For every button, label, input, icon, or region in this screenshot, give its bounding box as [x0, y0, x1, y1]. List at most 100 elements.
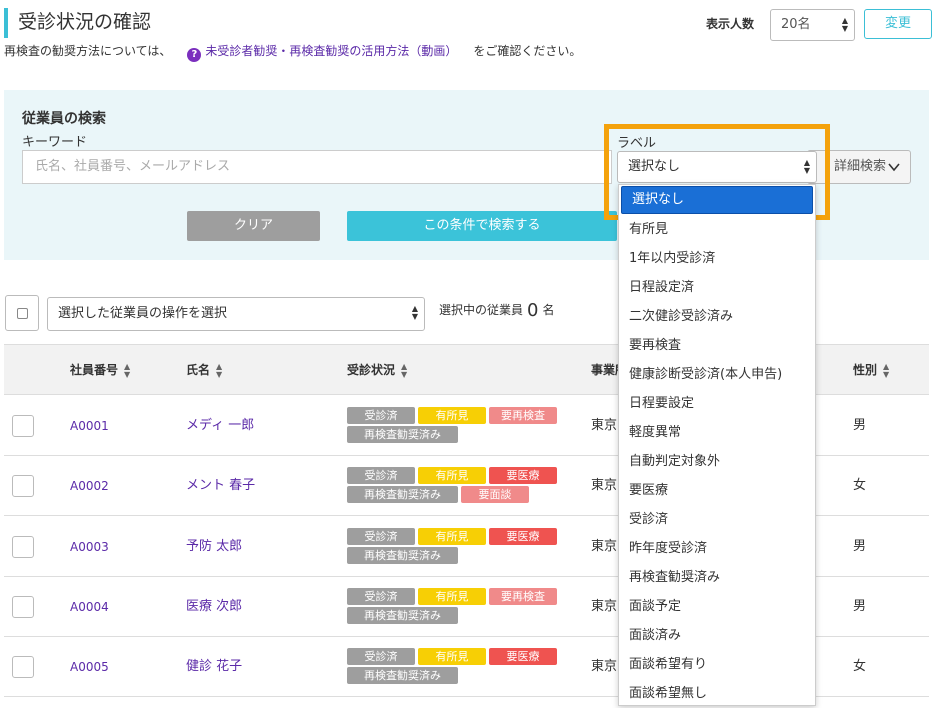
select-all-checkbox[interactable]	[5, 295, 39, 331]
label-option[interactable]: 軽度異常	[619, 418, 815, 447]
employee-code-link[interactable]: A0001	[70, 396, 109, 456]
row-checkbox[interactable]	[12, 535, 34, 558]
label-select[interactable]: 選択なし ▲ ▼	[617, 151, 817, 183]
header-code[interactable]: 社員番号 ▲ ▼	[70, 345, 130, 396]
sort-icon[interactable]: ▲ ▼	[216, 362, 222, 379]
employee-code-link[interactable]: A0003	[70, 517, 109, 577]
label-option[interactable]: 面談希望無し	[619, 679, 815, 708]
label-option[interactable]: 自動判定対象外	[619, 447, 815, 476]
status-badge: 有所見	[418, 587, 486, 605]
header-status-label: 受診状況	[347, 363, 396, 377]
change-button[interactable]: 変更	[864, 9, 932, 39]
row-checkbox[interactable]	[12, 595, 34, 618]
sort-icon[interactable]: ▲ ▼	[124, 362, 130, 379]
label-option[interactable]: 1年以内受診済	[619, 244, 815, 273]
office-cell: 東京	[591, 659, 618, 675]
header-name-label: 氏名	[186, 363, 211, 377]
keyword-label: キーワード	[22, 135, 88, 150]
label-option[interactable]: 再検査勧奨済み	[619, 563, 815, 592]
sex-cell: 男	[853, 418, 867, 433]
office-cell: 東京	[591, 538, 618, 554]
label-option[interactable]: 要再検査	[619, 331, 815, 360]
office-cell: 東京	[591, 478, 618, 494]
row-checkbox[interactable]	[12, 656, 34, 679]
header-name[interactable]: 氏名 ▲ ▼	[186, 345, 222, 396]
employee-name-link[interactable]: 予防 太郎	[186, 517, 242, 577]
label-option[interactable]: 面談済み	[619, 621, 815, 650]
header-sex[interactable]: 性別 ▲ ▼	[853, 345, 889, 396]
help-icon: ?	[187, 48, 202, 62]
sort-icon[interactable]: ▲ ▼	[883, 362, 889, 379]
checkbox-icon	[17, 308, 28, 319]
row-checkbox[interactable]	[12, 415, 34, 437]
label-field-title: ラベル	[617, 136, 657, 151]
office-cell: 東京	[591, 598, 618, 614]
header-sex-label: 性別	[853, 363, 878, 377]
label-option[interactable]: 昨年度受診済	[619, 534, 815, 563]
keyword-input[interactable]: 氏名、社員番号、メールアドレス	[22, 150, 612, 184]
subtext-after: をご確認ください。	[473, 44, 582, 58]
clear-button[interactable]: クリア	[187, 211, 320, 241]
status-badge: 再検査勧奨済み	[347, 546, 458, 564]
status-tags: 受診済 有所見 要医療再検査勧奨済み	[347, 648, 587, 686]
label-option[interactable]: 日程設定済	[619, 273, 815, 302]
employee-name-link[interactable]: メント 春子	[186, 456, 255, 516]
select-arrows-icon: ▲ ▼	[803, 158, 810, 175]
advanced-search-label: 詳細検索	[834, 159, 887, 174]
label-option[interactable]: 日程要設定	[619, 389, 815, 418]
select-arrows-icon: ▲ ▼	[841, 16, 848, 33]
search-title: 従業員の検索	[22, 111, 106, 127]
label-option[interactable]: 面談予定	[619, 592, 815, 621]
status-badge: 再検査勧奨済み	[347, 426, 458, 443]
page-title: 受診状況の確認	[4, 8, 151, 38]
sex-cell: 男	[853, 538, 867, 554]
employee-name-link[interactable]: 医療 次郎	[186, 577, 242, 637]
status-badge: 受診済	[347, 407, 415, 424]
chevron-down-icon	[888, 151, 900, 195]
search-submit-button[interactable]: この条件で検索する	[347, 211, 617, 241]
employee-code-link[interactable]: A0005	[70, 637, 109, 697]
subtext-before: 再検査の勧奨方法については、	[4, 44, 172, 58]
label-option[interactable]: 有所見	[619, 215, 815, 244]
status-badge: 要面談	[461, 486, 529, 504]
sex-cell: 女	[853, 478, 867, 494]
status-badge: 有所見	[418, 467, 486, 485]
employee-name-link[interactable]: 健診 花子	[186, 637, 242, 697]
label-option[interactable]: 面談希望有り	[619, 650, 815, 679]
status-badge: 受診済	[347, 648, 415, 666]
status-badge: 要医療	[489, 527, 557, 545]
status-tags: 受診済 有所見 要再検査再検査勧奨済み	[347, 587, 587, 626]
employee-name-link[interactable]: メディ 一郎	[186, 396, 254, 456]
selected-count-label: 選択中の従業員	[439, 303, 524, 317]
label-option[interactable]: 健康診断受診済(本人申告)	[619, 360, 815, 389]
label-dropdown-list: 選択なし 有所見 1年以内受診済 日程設定済 二次健診受診済み 要再検査 健康診断受診済(本…	[618, 184, 816, 706]
status-tags: 受診済 有所見 要医療再検査勧奨済み	[347, 527, 587, 566]
sex-cell: 女	[853, 659, 867, 675]
label-select-value: 選択なし	[628, 159, 681, 174]
selected-count-unit: 名	[542, 303, 555, 317]
sort-icon[interactable]: ▲ ▼	[401, 362, 407, 379]
label-option[interactable]: 要医療	[619, 476, 815, 505]
label-option[interactable]: 二次健診受診済み	[619, 302, 815, 331]
header-status[interactable]: 受診状況 ▲ ▼	[347, 345, 407, 396]
status-badge: 受診済	[347, 527, 415, 545]
bulk-action-select[interactable]: 選択した従業員の操作を選択 ▲ ▼	[47, 297, 425, 331]
page-subtext: 再検査の勧奨方法については、? 未受診者勧奨・再検査勧奨の活用方法（動画） をご確認…	[4, 42, 581, 62]
employee-code-link[interactable]: A0002	[70, 456, 109, 516]
label-option[interactable]: 受診済	[619, 505, 815, 534]
status-badge: 再検査勧奨済み	[347, 667, 458, 685]
employee-code-link[interactable]: A0004	[70, 577, 109, 637]
select-arrows-icon: ▲ ▼	[411, 304, 418, 321]
help-video-link[interactable]: 未受診者勧奨・再検査勧奨の活用方法（動画）	[205, 44, 457, 58]
status-tags: 受診済 有所見 要医療再検査勧奨済み 要面談	[347, 467, 587, 505]
status-badge: 再検査勧奨済み	[347, 606, 458, 624]
status-badge: 受診済	[347, 467, 415, 485]
label-option[interactable]: 選択なし	[621, 186, 813, 214]
row-checkbox[interactable]	[12, 475, 34, 498]
display-count-value: 20名	[781, 17, 811, 32]
bulk-action-value: 選択した従業員の操作を選択	[58, 306, 228, 321]
selected-count: 選択中の従業員 0 名	[439, 300, 554, 321]
status-badge: 要医療	[489, 467, 557, 485]
display-count-select[interactable]: 20名 ▲ ▼	[770, 9, 855, 41]
selected-count-number: 0	[527, 300, 539, 321]
